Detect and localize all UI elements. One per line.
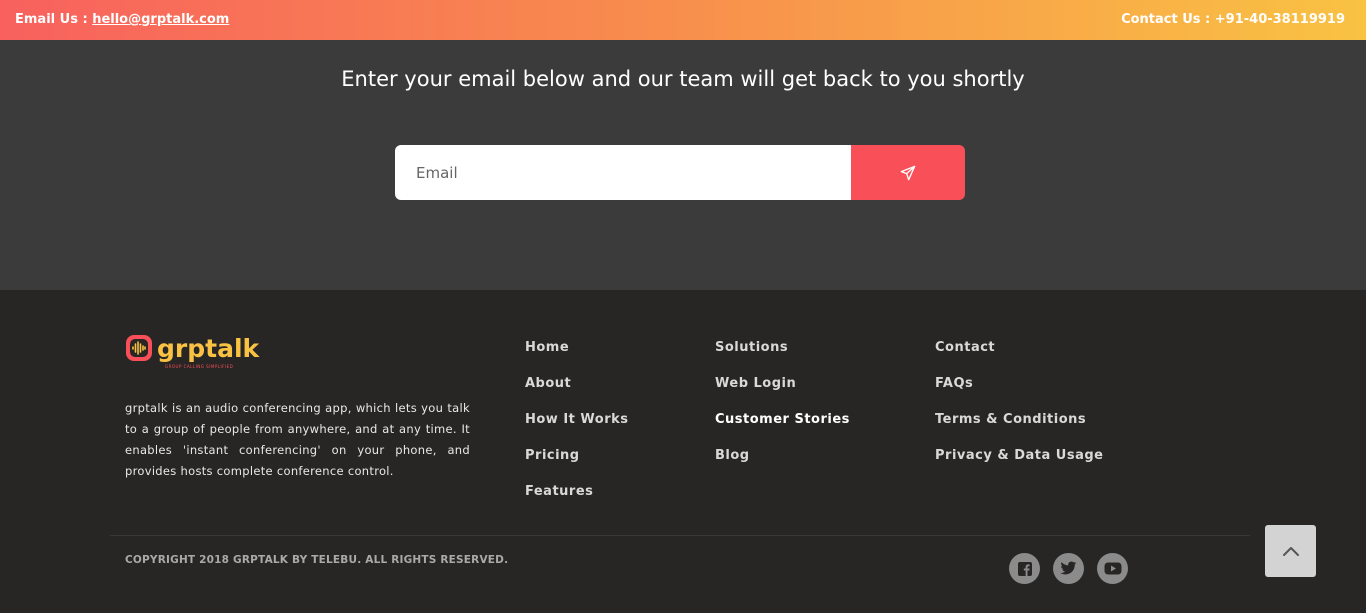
footer-link-pricing[interactable]: Pricing — [525, 448, 629, 484]
top-bar: Email Us : hello@grptalk.com Contact Us … — [0, 0, 1366, 40]
footer-link-faqs[interactable]: FAQs — [935, 376, 1103, 412]
footer-link-contact[interactable]: Contact — [935, 340, 1103, 376]
footer-links-col3: Contact FAQs Terms & Conditions Privacy … — [935, 340, 1103, 484]
subscribe-form — [395, 145, 965, 200]
scroll-to-top-button[interactable] — [1265, 525, 1316, 577]
twitter-icon — [1060, 561, 1077, 575]
footer-link-blog[interactable]: Blog — [715, 448, 850, 484]
footer-link-web-login[interactable]: Web Login — [715, 376, 850, 412]
email-label: Email Us : — [15, 12, 93, 27]
subscribe-section: To Find Out More Enter your email below … — [0, 0, 1366, 290]
footer: grptalk GROUP CALLING SIMPLIFIED grptalk… — [0, 290, 1366, 613]
footer-links-col1: Home About How It Works Pricing Features — [525, 340, 629, 520]
footer-link-about[interactable]: About — [525, 376, 629, 412]
paper-plane-icon — [900, 165, 916, 180]
copyright: COPYRIGHT 2018 GRPTALK BY TELEBU. ALL RI… — [125, 554, 509, 566]
section-subtitle: Enter your email below and our team will… — [341, 67, 1025, 91]
social-links — [1009, 553, 1128, 584]
youtube-link[interactable] — [1097, 553, 1128, 584]
footer-link-how-it-works[interactable]: How It Works — [525, 412, 629, 448]
email-link[interactable]: hello@grptalk.com — [92, 12, 229, 27]
footer-link-customer-stories[interactable]: Customer Stories — [715, 412, 850, 448]
facebook-icon — [1017, 561, 1032, 576]
footer-link-privacy[interactable]: Privacy & Data Usage — [935, 448, 1103, 484]
grptalk-logo-icon — [126, 335, 152, 361]
facebook-link[interactable] — [1009, 553, 1040, 584]
footer-link-features[interactable]: Features — [525, 484, 629, 520]
footer-link-terms[interactable]: Terms & Conditions — [935, 412, 1103, 448]
footer-link-solutions[interactable]: Solutions — [715, 340, 850, 376]
footer-link-home[interactable]: Home — [525, 340, 629, 376]
email-info: Email Us : hello@grptalk.com — [15, 12, 229, 27]
email-input[interactable] — [395, 145, 851, 200]
logo[interactable]: grptalk GROUP CALLING SIMPLIFIED — [125, 334, 260, 369]
youtube-icon — [1104, 562, 1121, 575]
contact-phone: Contact Us : +91-40-38119919 — [1121, 12, 1345, 27]
footer-description: grptalk is an audio conferencing app, wh… — [125, 401, 470, 478]
twitter-link[interactable] — [1053, 553, 1084, 584]
send-button[interactable] — [851, 145, 965, 200]
chevron-up-icon — [1282, 547, 1299, 556]
brand-tagline: GROUP CALLING SIMPLIFIED — [165, 364, 234, 369]
footer-links-col2: Solutions Web Login Customer Stories Blo… — [715, 340, 850, 484]
footer-divider — [110, 535, 1250, 536]
brand-name: grptalk — [157, 334, 260, 363]
